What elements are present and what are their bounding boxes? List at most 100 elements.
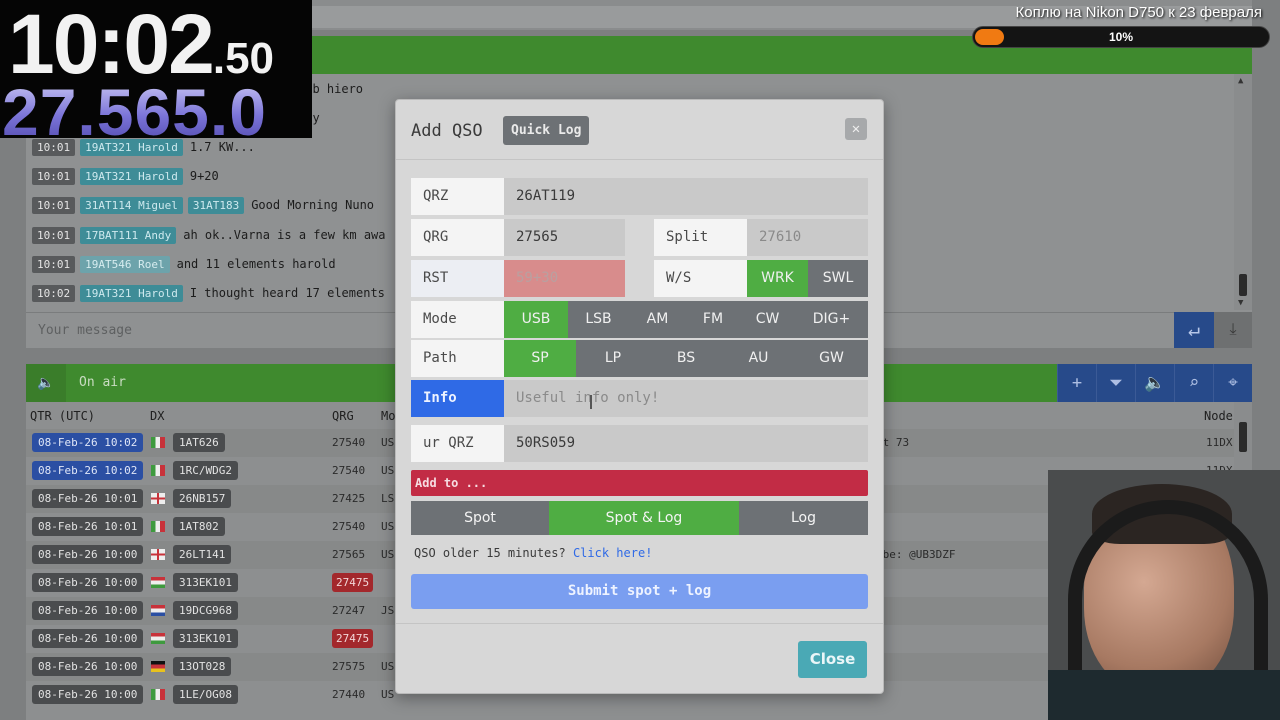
spot-dx[interactable]: 1RC/WDG2 — [173, 461, 238, 480]
mode-option-dig[interactable]: DIG+ — [795, 301, 868, 338]
mode-option-cw[interactable]: CW — [740, 301, 795, 338]
spot-qrg[interactable]: 27425 — [332, 492, 365, 505]
col-qtr[interactable]: QTR (UTC) — [30, 409, 95, 423]
ws-option-wrk[interactable]: WRK — [747, 260, 808, 297]
spot-dx[interactable]: 26LT141 — [173, 545, 232, 564]
message-callsign[interactable]: 17BAT111 Andy — [80, 226, 177, 244]
message-text: ah ok..Varna is a few km awa — [183, 228, 386, 242]
path-option-bs[interactable]: BS — [650, 340, 722, 377]
arrow-down-icon: ⤓ — [1229, 319, 1237, 338]
search-icon[interactable]: ⌕ — [1174, 364, 1213, 402]
mode-label: Mode — [411, 301, 504, 338]
col-dx[interactable]: DX — [150, 409, 164, 423]
spot-date: 08-Feb-26 10:00 — [32, 545, 144, 564]
message-callsign[interactable]: 19AT321 Harold — [80, 167, 183, 185]
flag-icon — [151, 633, 165, 644]
spot-qrg[interactable]: 27247 — [332, 604, 365, 617]
split-input[interactable]: 27610 — [747, 219, 868, 256]
urqrz-field[interactable]: ur QRZ 50RS059 — [411, 425, 868, 462]
spot-mode: US — [381, 520, 395, 533]
col-mode[interactable]: Mo — [381, 409, 395, 423]
path-option-au[interactable]: AU — [722, 340, 795, 377]
path-toggle: SP LP BS AU GW — [504, 340, 868, 377]
spot-dx[interactable]: 1AT626 — [173, 433, 225, 452]
scroll-down-icon[interactable]: ▼ — [1238, 298, 1243, 308]
action-log[interactable]: Log — [739, 501, 868, 535]
path-option-gw[interactable]: GW — [795, 340, 868, 377]
scroll-bottom-button[interactable]: ⤓ — [1214, 312, 1252, 348]
mode-option-lsb[interactable]: LSB — [568, 301, 629, 338]
map-pin-icon[interactable]: ⌖ — [1213, 364, 1252, 402]
flag-icon — [151, 493, 165, 504]
chat-scrollbar[interactable]: ▲ ▼ — [1234, 74, 1252, 310]
spot-qrg[interactable]: 27540 — [332, 520, 365, 533]
spot-qrg[interactable]: 27440 — [332, 688, 365, 701]
close-icon[interactable]: ✕ — [845, 118, 867, 140]
rst-field[interactable]: RST 59+30 — [411, 260, 625, 297]
add-icon[interactable]: + — [1057, 364, 1096, 402]
info-field[interactable]: Info Useful info only! — [411, 380, 868, 417]
scroll-up-icon[interactable]: ▲ — [1238, 76, 1243, 86]
quick-log-button[interactable]: Quick Log — [503, 116, 590, 145]
submit-button[interactable]: Submit spot + log — [411, 574, 868, 609]
goal-text: Коплю на Nikon D750 к 23 февраля — [1015, 4, 1262, 21]
ws-field: W/S WRK SWL — [654, 260, 868, 297]
spot-node: 11DX — [1206, 436, 1233, 449]
message-mention[interactable]: 31AT183 — [187, 196, 245, 214]
col-node[interactable]: Node — [1204, 409, 1233, 423]
mode-option-fm[interactable]: FM — [686, 301, 740, 338]
speaker-icon[interactable]: 🔈 — [26, 364, 66, 402]
col-qrg[interactable]: QRG — [332, 409, 354, 423]
spot-qrg[interactable]: 27540 — [332, 464, 365, 477]
donation-goal: Коплю на Nikon D750 к 23 февраля 10% — [972, 4, 1272, 48]
spot-dx[interactable]: 1AT802 — [173, 517, 225, 536]
message-callsign[interactable]: 19AT546 Roel — [80, 255, 170, 273]
action-toggle: Spot Spot & Log Log — [411, 501, 868, 535]
path-option-lp[interactable]: LP — [576, 340, 650, 377]
spot-date: 08-Feb-26 10:00 — [32, 657, 144, 676]
scrollbar-thumb[interactable] — [1239, 274, 1247, 296]
older-qso-link[interactable]: Click here! — [573, 546, 652, 560]
qrg-input[interactable]: 27565 — [504, 219, 625, 256]
mode-option-usb[interactable]: USB — [504, 301, 568, 338]
spot-dx[interactable]: 13OT028 — [173, 657, 232, 676]
close-button[interactable]: Close — [798, 641, 867, 678]
spot-qrg[interactable]: 27565 — [332, 548, 365, 561]
urqrz-input[interactable]: 50RS059 — [504, 425, 868, 462]
path-label: Path — [411, 340, 504, 377]
path-option-sp[interactable]: SP — [504, 340, 576, 377]
spot-dx[interactable]: 19DCG968 — [173, 601, 238, 620]
ws-option-swl[interactable]: SWL — [808, 260, 868, 297]
spot-dx[interactable]: 1LE/OG08 — [173, 685, 238, 704]
chat-message: 10:01 19AT321 Harold 9+20 — [32, 165, 219, 187]
frequency-display: 27.565.0 — [2, 75, 267, 149]
spot-date: 08-Feb-26 10:02 — [32, 433, 144, 452]
spot-mode: US — [381, 436, 395, 449]
split-field[interactable]: Split 27610 — [654, 219, 868, 256]
scrollbar-thumb[interactable] — [1239, 422, 1247, 452]
qrz-field[interactable]: QRZ 26AT119 — [411, 178, 868, 215]
spot-qrg[interactable]: 27540 — [332, 436, 365, 449]
action-spot-log[interactable]: Spot & Log — [549, 501, 739, 535]
qrz-input[interactable]: 26AT119 — [504, 178, 868, 215]
message-callsign[interactable]: 19AT321 Harold — [80, 284, 183, 302]
send-button[interactable]: ↵ — [1174, 312, 1214, 348]
spot-date: 08-Feb-26 10:02 — [32, 461, 144, 480]
rst-input[interactable]: 59+30 — [504, 260, 625, 297]
qrg-field[interactable]: QRG 27565 — [411, 219, 625, 256]
spot-qrg[interactable]: 27575 — [332, 660, 365, 673]
action-spot[interactable]: Spot — [411, 501, 549, 535]
spot-dx[interactable]: 313EK101 — [173, 629, 238, 648]
filter-icon[interactable]: ⏷ — [1096, 364, 1135, 402]
on-air-label: On air — [79, 375, 126, 390]
mode-option-am[interactable]: AM — [629, 301, 686, 338]
spot-qrg[interactable]: 27475 — [332, 629, 374, 648]
spot-date: 08-Feb-26 10:00 — [32, 629, 144, 648]
spot-qrg[interactable]: 27475 — [332, 573, 374, 592]
spot-dx[interactable]: 313EK101 — [173, 573, 238, 592]
sound-icon[interactable]: 🔈 — [1135, 364, 1174, 402]
message-callsign[interactable]: 31AT114 Miguel — [80, 196, 183, 214]
add-to-bar[interactable]: Add to ... — [411, 470, 868, 496]
spot-dx[interactable]: 26NB157 — [173, 489, 232, 508]
info-input[interactable]: Useful info only! — [504, 380, 868, 417]
